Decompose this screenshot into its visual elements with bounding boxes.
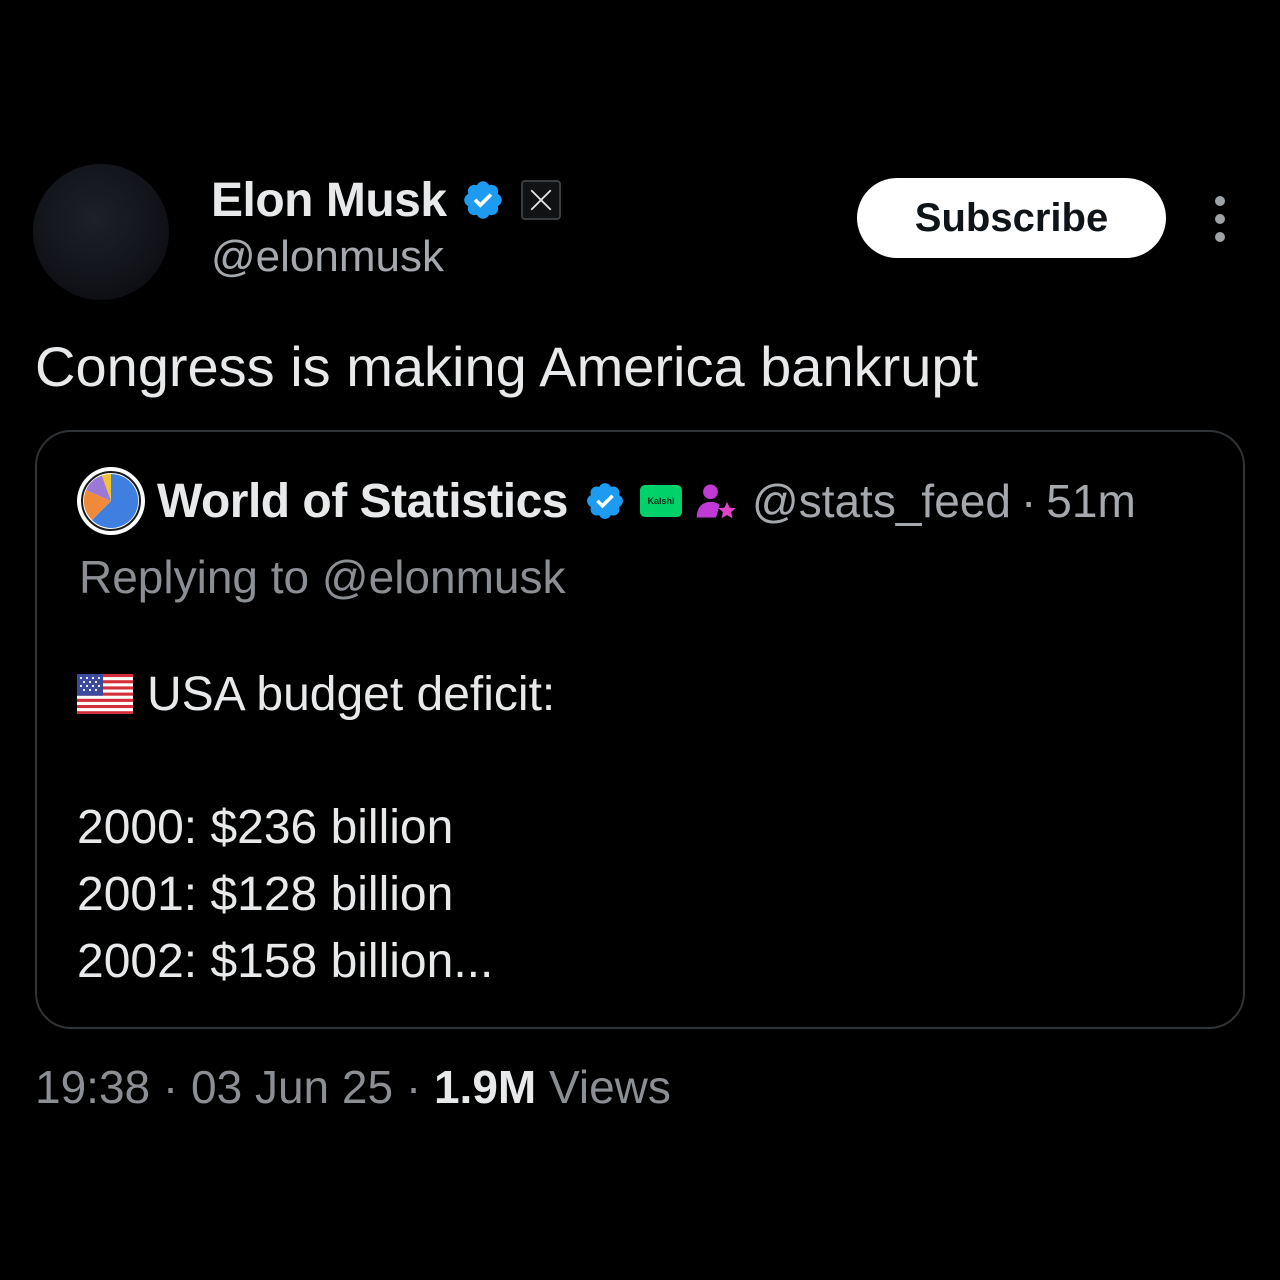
verified-badge-icon — [463, 181, 502, 219]
quoted-body-heading: USA budget deficit: — [77, 664, 555, 724]
quoted-handle[interactable]: @stats_feed — [752, 474, 1011, 528]
author-avatar[interactable] — [33, 164, 169, 300]
person-star-icon — [696, 484, 736, 519]
pie-chart-glyph — [81, 471, 141, 531]
views-label: Views — [549, 1061, 671, 1113]
subscribe-button[interactable]: Subscribe — [857, 178, 1166, 258]
kalshi-badge-icon[interactable]: Kalshi — [640, 485, 682, 517]
author-name-row: Elon Musk — [211, 172, 561, 228]
more-dot — [1215, 196, 1225, 206]
more-dot — [1215, 232, 1225, 242]
x-logo-glyph — [530, 189, 551, 211]
tweet-text: Congress is making America bankrupt — [35, 335, 979, 398]
verified-badge-icon — [587, 483, 623, 519]
quoted-body-lines: 2000: $236 billion 2001: $128 billion 20… — [77, 794, 493, 995]
us-flag-icon — [77, 674, 133, 714]
separator-dot: · — [405, 1061, 422, 1113]
tweet-time[interactable]: 19:38 — [35, 1061, 150, 1113]
replying-to: Replying to @elonmusk — [79, 551, 566, 603]
deficit-line: 2001: $128 billion — [77, 868, 454, 921]
views-count[interactable]: 1.9M — [434, 1061, 536, 1113]
deficit-line: 2000: $236 billion — [77, 801, 454, 854]
author-handle[interactable]: @elonmusk — [211, 232, 444, 282]
quoted-display-name[interactable]: World of Statistics — [157, 474, 569, 529]
x-logo-icon[interactable] — [520, 180, 561, 220]
author-display-name[interactable]: Elon Musk — [211, 173, 447, 228]
quoted-header: World of Statistics Kalshi @stats_feed ·… — [77, 466, 1136, 536]
tweet-meta: 19:38 · 03 Jun 25 · 1.9M Views — [35, 1060, 671, 1114]
quoted-timestamp[interactable]: 51m — [1046, 474, 1135, 528]
separator-dot: · — [162, 1061, 179, 1113]
quoted-tweet-card[interactable]: World of Statistics Kalshi @stats_feed ·… — [35, 430, 1245, 1029]
more-dot — [1215, 214, 1225, 224]
tweet-date[interactable]: 03 Jun 25 — [191, 1061, 393, 1113]
more-vertical-icon[interactable] — [1206, 196, 1234, 242]
deficit-line: 2002: $158 billion... — [77, 935, 494, 988]
separator-dot: · — [1020, 475, 1037, 527]
pie-chart-icon[interactable] — [77, 467, 145, 535]
quoted-body-title: USA budget deficit: — [147, 667, 556, 721]
